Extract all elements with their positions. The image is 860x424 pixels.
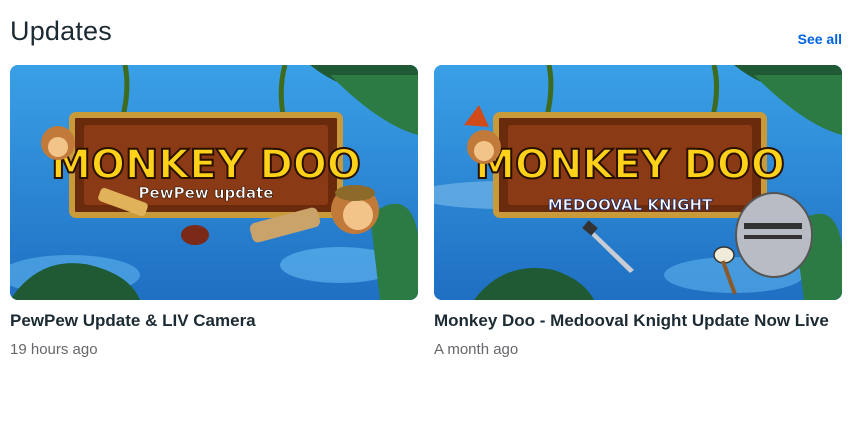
card-title[interactable]: PewPew Update & LIV Camera bbox=[10, 308, 418, 334]
card-timestamp: 19 hours ago bbox=[10, 341, 98, 358]
see-all-link[interactable]: See all bbox=[798, 31, 842, 47]
section-title: Updates bbox=[10, 16, 112, 46]
game-artwork: MONKEY DOO MEDOOVAL KNIGHT bbox=[434, 65, 842, 300]
card-timestamp: A month ago bbox=[434, 341, 519, 358]
update-card[interactable]: MONKEY DOO MEDOOVAL KNIGHT Monkey Doo - … bbox=[434, 65, 842, 360]
sign-title: MONKEY DOO bbox=[475, 142, 785, 188]
sign-subtitle: PewPew update bbox=[139, 184, 274, 202]
updates-section: Updates See all MONKEY DOO PewPew update… bbox=[0, 0, 860, 424]
game-artwork: MONKEY DOO PewPew update bbox=[10, 65, 418, 300]
update-card[interactable]: MONKEY DOO PewPew update PewPew Update &… bbox=[10, 65, 418, 360]
sign-subtitle: MEDOOVAL KNIGHT bbox=[548, 196, 713, 214]
update-thumbnail[interactable]: MONKEY DOO MEDOOVAL KNIGHT bbox=[434, 65, 842, 300]
card-title[interactable]: Monkey Doo - Medooval Knight Update Now … bbox=[434, 308, 842, 334]
update-thumbnail[interactable]: MONKEY DOO PewPew update bbox=[10, 65, 418, 300]
sign-title: MONKEY DOO bbox=[51, 142, 361, 188]
